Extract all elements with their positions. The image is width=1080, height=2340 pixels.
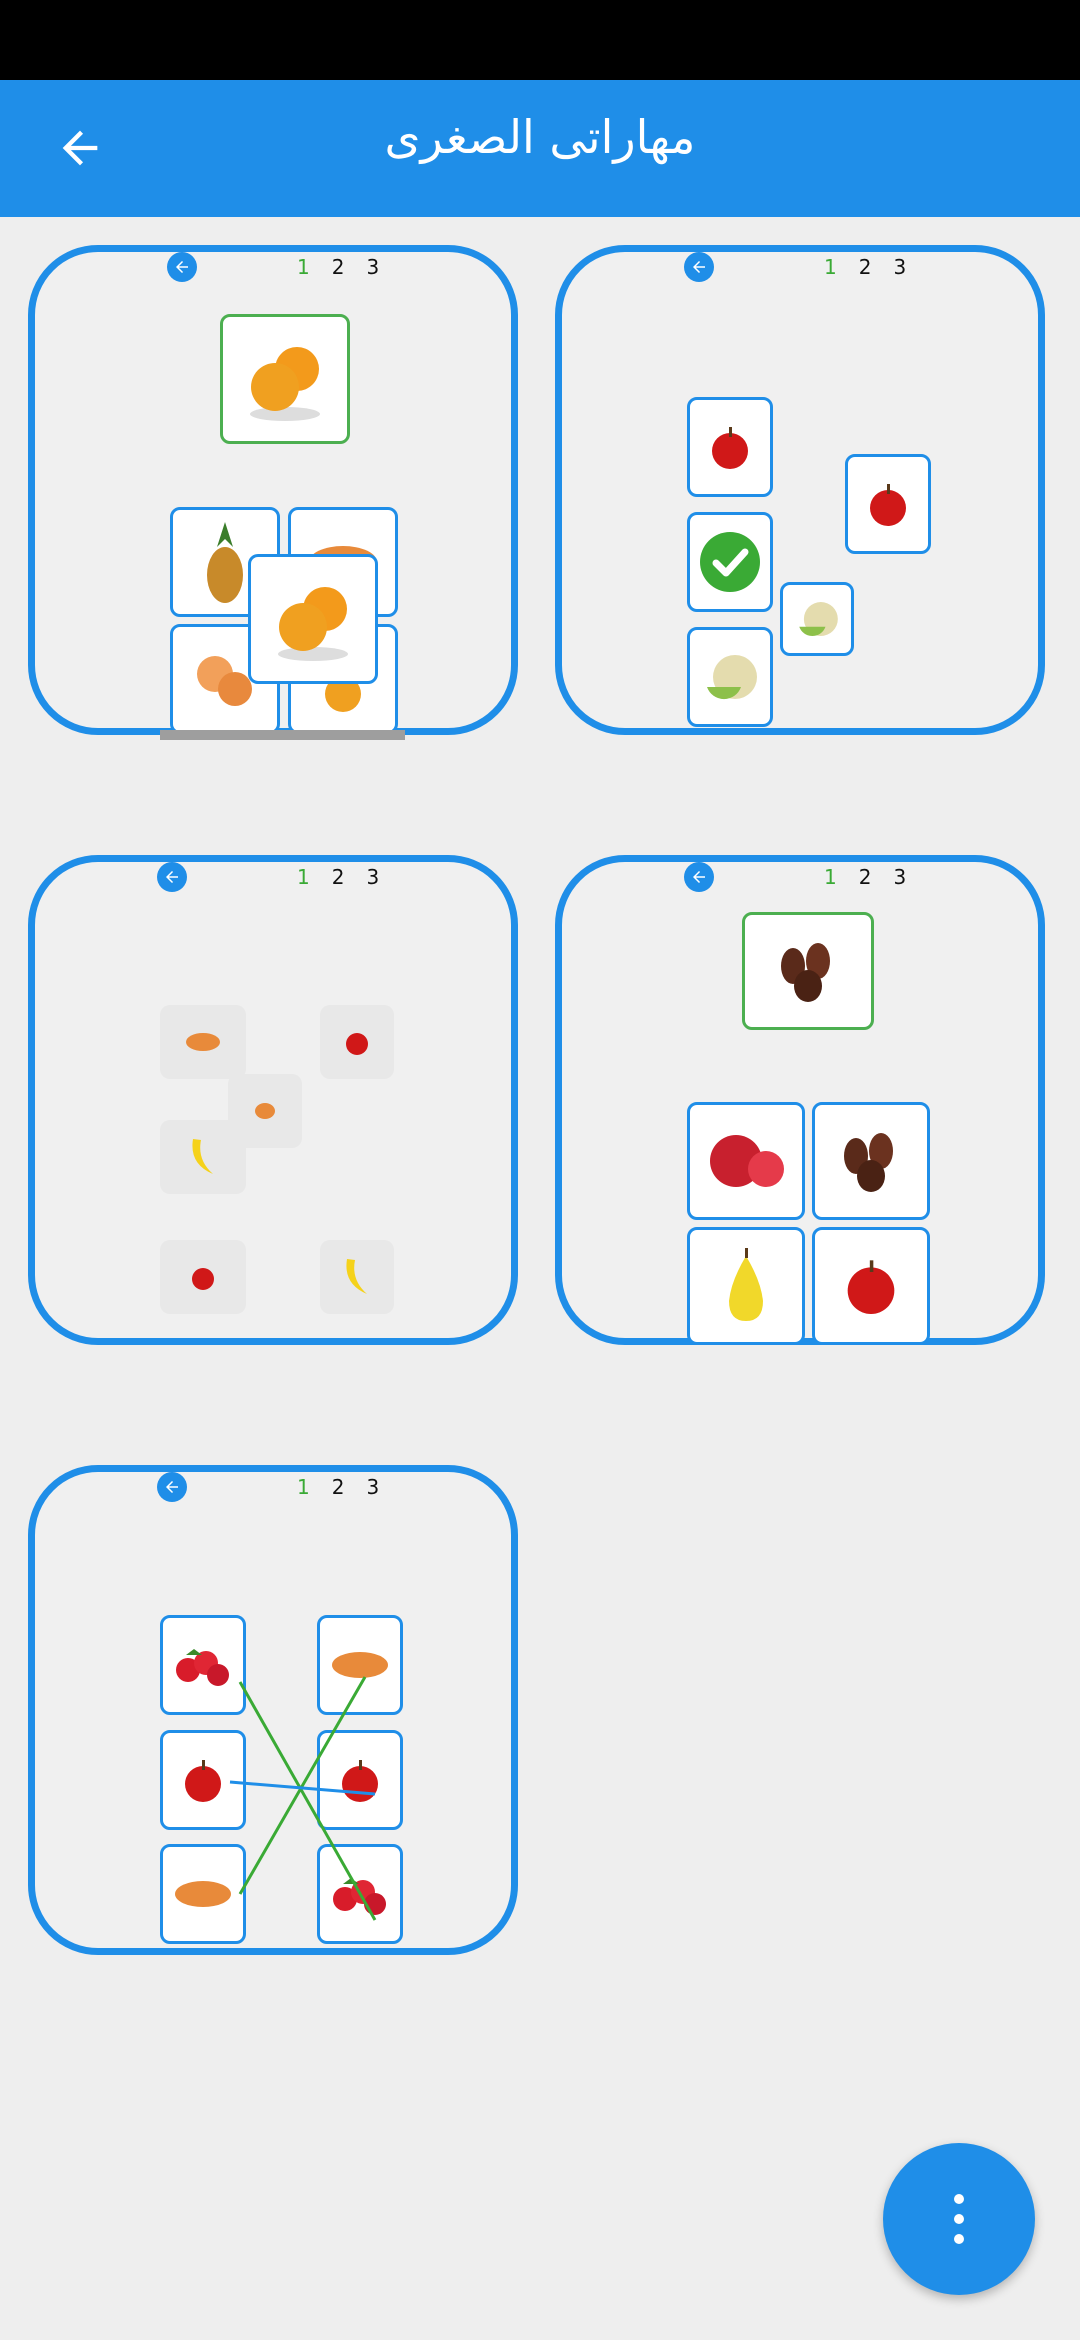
apple-tile[interactable] xyxy=(687,397,773,497)
melon-tile[interactable] xyxy=(687,627,773,727)
dates-icon xyxy=(781,943,830,1002)
dragging-orange-tile[interactable] xyxy=(248,554,378,684)
page-indicator: 1 2 3 xyxy=(824,865,906,889)
melon-tile-small[interactable] xyxy=(780,582,854,656)
papaya-icon xyxy=(332,1652,388,1678)
activity-card-memory[interactable]: 1 2 3 xyxy=(28,855,518,1345)
page-number[interactable]: 3 xyxy=(366,865,379,889)
strawberries-icon xyxy=(333,1878,386,1915)
target-orange-tile xyxy=(220,314,350,444)
mini-back-icon[interactable] xyxy=(157,1472,187,1502)
status-bar xyxy=(0,0,1080,80)
page-number[interactable]: 2 xyxy=(332,255,345,279)
app-bar: مهاراتی الصغری xyxy=(0,80,1080,217)
apple-icon xyxy=(192,1268,214,1290)
page-number[interactable]: 3 xyxy=(893,255,906,279)
page-indicator: 1 2 3 xyxy=(297,865,379,889)
papaya-tile-left[interactable] xyxy=(160,1844,246,1944)
pomegranate-icon xyxy=(710,1135,784,1187)
memory-card[interactable] xyxy=(160,1005,246,1079)
dates-icon xyxy=(844,1133,893,1192)
apple-icon xyxy=(847,1260,895,1314)
apple-icon xyxy=(870,484,906,526)
apple-tile-right[interactable] xyxy=(845,454,931,554)
target-dates-tile xyxy=(742,912,874,1030)
strawberries-tile-right[interactable] xyxy=(317,1844,403,1944)
page-indicator: 1 2 3 xyxy=(297,1475,379,1499)
mini-back-icon[interactable] xyxy=(157,862,187,892)
check-icon xyxy=(700,532,760,592)
page-number[interactable]: 1 xyxy=(824,865,837,889)
apple-icon xyxy=(185,1760,221,1802)
page-number[interactable]: 1 xyxy=(297,255,310,279)
memory-card[interactable] xyxy=(160,1240,246,1314)
memory-card[interactable] xyxy=(320,1005,394,1079)
apple-tile-left[interactable] xyxy=(160,1730,246,1830)
papaya-icon xyxy=(175,1881,231,1907)
melon-icon xyxy=(707,655,757,700)
match-lines xyxy=(229,1676,377,1921)
page-number[interactable]: 1 xyxy=(297,865,310,889)
progress-bar xyxy=(160,730,405,740)
activity-card-line-matching[interactable]: 1 2 3 xyxy=(28,1465,518,1955)
orange-icon xyxy=(278,587,348,661)
orange-icon xyxy=(250,347,320,421)
page-number[interactable]: 3 xyxy=(893,865,906,889)
apple-tile-right[interactable] xyxy=(317,1730,403,1830)
page-number[interactable]: 3 xyxy=(366,255,379,279)
pomegranate-tile[interactable] xyxy=(687,1102,805,1220)
page-number[interactable]: 2 xyxy=(332,1475,345,1499)
page-indicator: 1 2 3 xyxy=(297,255,379,279)
papaya-icon xyxy=(255,1103,275,1119)
apple-icon xyxy=(342,1760,378,1802)
banana-icon xyxy=(192,1139,213,1174)
page-number[interactable]: 2 xyxy=(859,865,872,889)
pear-tile[interactable] xyxy=(687,1227,805,1345)
banana-icon xyxy=(346,1259,367,1294)
more-options-fab[interactable] xyxy=(883,2143,1035,2295)
apple-tile[interactable] xyxy=(812,1227,930,1345)
mini-back-icon[interactable] xyxy=(167,252,197,282)
activity-card-apple-match[interactable]: 1 2 3 xyxy=(555,245,1045,735)
papaya-icon xyxy=(186,1033,220,1051)
page-number[interactable]: 3 xyxy=(366,1475,379,1499)
apple-icon xyxy=(712,427,748,469)
page-number[interactable]: 2 xyxy=(332,865,345,889)
correct-check-tile xyxy=(687,512,773,612)
dates-tile[interactable] xyxy=(812,1102,930,1220)
activity-card-sort-oranges[interactable]: 1 2 3 xyxy=(28,245,518,740)
page-title: مهاراتی الصغری xyxy=(384,110,696,164)
strawberries-icon xyxy=(176,1649,229,1686)
apple-icon xyxy=(346,1033,368,1055)
activity-card-dates[interactable]: 1 2 3 xyxy=(555,855,1045,1345)
page-indicator: 1 2 3 xyxy=(824,255,906,279)
papaya-tile-right[interactable] xyxy=(317,1615,403,1715)
melon-icon xyxy=(799,602,838,637)
strawberries-tile-left[interactable] xyxy=(160,1615,246,1715)
memory-card[interactable] xyxy=(320,1240,394,1314)
page-number[interactable]: 1 xyxy=(824,255,837,279)
more-vertical-icon xyxy=(954,2194,964,2244)
page-number[interactable]: 1 xyxy=(297,1475,310,1499)
pear-icon xyxy=(729,1248,763,1321)
memory-card[interactable] xyxy=(160,1120,246,1194)
mini-back-icon[interactable] xyxy=(684,252,714,282)
mini-back-icon[interactable] xyxy=(684,862,714,892)
page-number[interactable]: 2 xyxy=(859,255,872,279)
